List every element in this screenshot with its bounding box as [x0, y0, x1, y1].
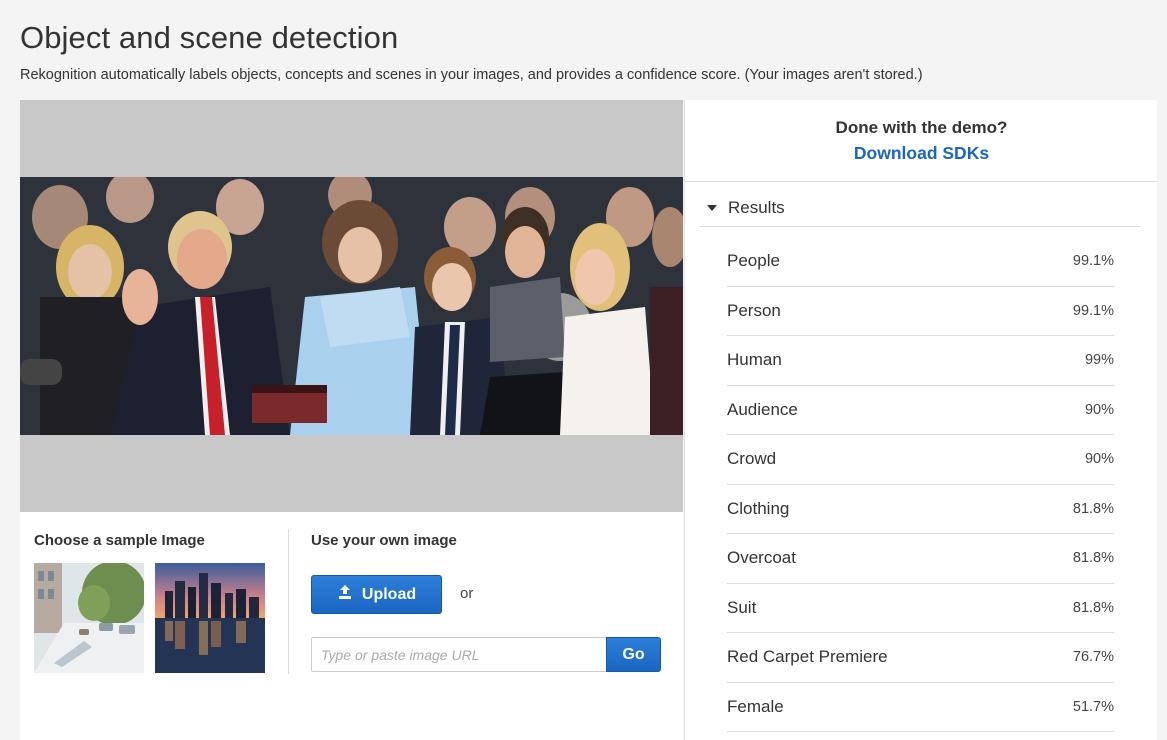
- results-list: People 99.1% Person 99.1% Human 99% Audi…: [727, 237, 1114, 732]
- controls-divider: [288, 529, 289, 674]
- result-label: Human: [727, 350, 782, 370]
- or-separator: or: [460, 585, 474, 602]
- result-row: Suit 81.8%: [727, 584, 1114, 633]
- result-row: Clothing 81.8%: [727, 485, 1114, 534]
- result-confidence: 51.7%: [1072, 698, 1114, 715]
- result-confidence: 99.1%: [1072, 302, 1114, 319]
- upload-icon: [337, 584, 353, 605]
- result-row: Female 51.7%: [727, 683, 1114, 732]
- photo-illustration: [20, 177, 683, 435]
- caret-down-icon: [707, 205, 717, 211]
- results-heading: Results: [728, 198, 785, 217]
- page-title: Object and scene detection: [20, 20, 399, 55]
- result-row: Overcoat 81.8%: [727, 534, 1114, 584]
- results-toggle[interactable]: Results: [700, 190, 1140, 227]
- result-row: People 99.1%: [727, 237, 1114, 287]
- page-subtitle: Rekognition automatically labels objects…: [20, 67, 923, 83]
- result-confidence: 99%: [1084, 352, 1114, 369]
- sample-image-street[interactable]: [34, 563, 144, 673]
- result-label: Clothing: [727, 498, 790, 518]
- result-confidence: 81.8%: [1072, 599, 1114, 616]
- result-label: Red Carpet Premiere: [727, 647, 888, 667]
- go-button[interactable]: Go: [606, 637, 661, 672]
- result-confidence: 76.7%: [1072, 649, 1114, 666]
- result-confidence: 90%: [1084, 451, 1114, 468]
- demo-callout: Done with the demo? Download SDKs: [685, 100, 1158, 182]
- analyzed-photo: [20, 177, 683, 435]
- result-label: Crowd: [727, 449, 777, 469]
- demo-question: Done with the demo?: [835, 118, 1008, 137]
- upload-button-label: Upload: [361, 585, 417, 603]
- image-demo-panel: Choose a sample Image Use your own image…: [20, 100, 683, 740]
- result-label: Female: [727, 696, 784, 716]
- result-row: Red Carpet Premiere 76.7%: [727, 633, 1114, 683]
- result-confidence: 90%: [1084, 401, 1114, 418]
- result-row: Crowd 90%: [727, 435, 1114, 485]
- result-label: Audience: [727, 399, 798, 419]
- result-label: Overcoat: [727, 548, 796, 568]
- own-image-title: Use your own image: [311, 532, 457, 549]
- sample-images-title: Choose a sample Image: [34, 532, 205, 549]
- result-confidence: 81.8%: [1072, 550, 1114, 567]
- image-preview-area: [20, 100, 683, 512]
- sample-image-city-skyline[interactable]: [155, 563, 265, 673]
- upload-button[interactable]: Upload: [311, 575, 442, 614]
- image-url-input[interactable]: [311, 637, 607, 672]
- result-row: Audience 90%: [727, 386, 1114, 435]
- result-label: Suit: [727, 597, 757, 617]
- results-panel: Done with the demo? Download SDKs Result…: [684, 100, 1158, 740]
- result-row: Human 99%: [727, 336, 1114, 386]
- result-label: People: [727, 251, 780, 271]
- result-row: Person 99.1%: [727, 287, 1114, 336]
- image-input-controls: Choose a sample Image Use your own image…: [20, 512, 683, 740]
- download-sdks-link[interactable]: Download SDKs: [685, 143, 1158, 164]
- result-confidence: 81.8%: [1072, 500, 1114, 517]
- result-confidence: 99.1%: [1072, 253, 1114, 270]
- result-label: Person: [727, 300, 781, 320]
